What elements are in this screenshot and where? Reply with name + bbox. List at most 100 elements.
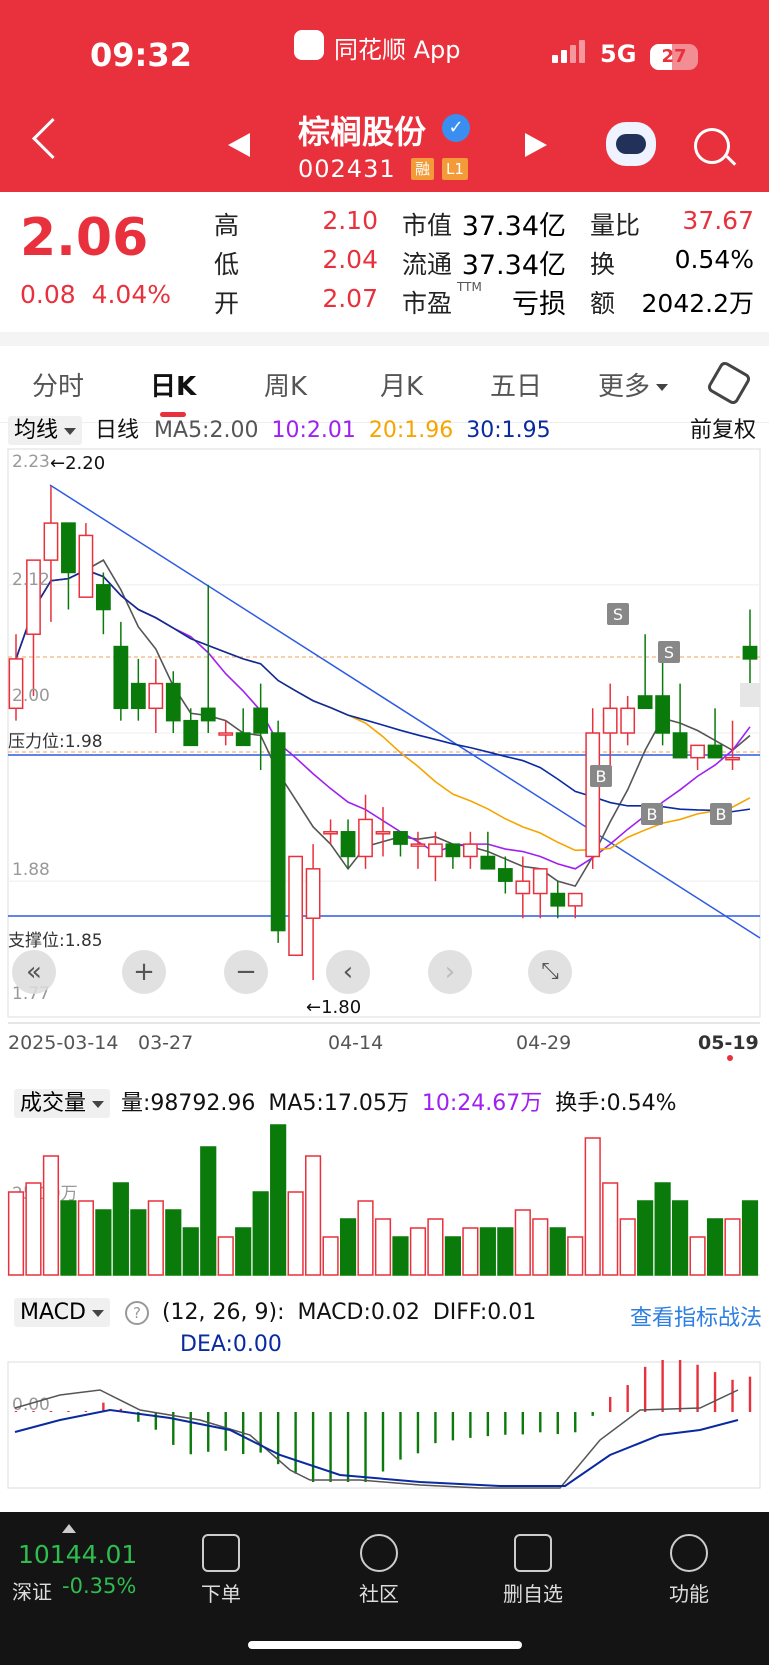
volume-ma10: 10:24.67万: [421, 1091, 543, 1116]
change-pct: 4.04%: [91, 280, 171, 309]
volume-bar: [42, 1155, 60, 1276]
tab-more-label: 更多: [598, 372, 651, 402]
turnover-label: 换: [590, 250, 616, 279]
settings-icon[interactable]: [705, 359, 753, 407]
macd-bar: [154, 1412, 158, 1430]
date-label: 04-14: [328, 1032, 383, 1054]
back-icon[interactable]: [31, 117, 74, 160]
macd-bar: [591, 1412, 594, 1416]
macd-bar: [486, 1412, 490, 1437]
community-label: 社区: [359, 1582, 399, 1606]
period-tabs: 分时 日K 周K 月K 五日 更多: [0, 332, 769, 423]
community-button[interactable]: 社区: [334, 1534, 424, 1607]
macd-chart[interactable]: 0.00: [0, 1360, 769, 1490]
candle-body: [235, 732, 251, 747]
expand-up-icon[interactable]: [62, 1524, 76, 1533]
candle-body: [253, 707, 269, 734]
macd-selector[interactable]: MACD: [14, 1298, 110, 1327]
zoom-in-icon[interactable]: +: [122, 950, 166, 994]
scroll-handle[interactable]: [740, 683, 760, 707]
volratio-value: 37.67: [682, 206, 754, 235]
tab-intraday[interactable]: 分时: [32, 366, 84, 403]
index-value[interactable]: 10144.01: [18, 1540, 137, 1569]
volratio-label: 量比: [590, 211, 641, 240]
next-stock-icon[interactable]: [525, 133, 547, 157]
volume-bar: [322, 1236, 339, 1276]
candle-body: [725, 756, 740, 761]
amount-label: 额: [590, 289, 616, 318]
candle-body: [620, 707, 636, 734]
macd-bar: [381, 1412, 385, 1472]
macd-bar: [504, 1412, 507, 1435]
dif-line: [14, 1389, 739, 1489]
volume-bar: [654, 1182, 671, 1276]
volume-bar: [7, 1191, 25, 1276]
candle: [375, 807, 391, 857]
zoom-out-icon[interactable]: −: [224, 950, 268, 994]
candle: [672, 683, 688, 759]
macd-params: (12, 26, 9):: [161, 1300, 285, 1325]
tab-more[interactable]: 更多: [598, 366, 669, 403]
search-icon[interactable]: [694, 128, 730, 164]
volume-bar: [182, 1227, 199, 1276]
candle-body: [410, 843, 426, 847]
tab-monthly-k[interactable]: 月K: [380, 366, 423, 403]
volume-bar: [549, 1227, 566, 1276]
home-indicator[interactable]: [248, 1641, 522, 1649]
macd-bar: [539, 1412, 542, 1433]
candle: [235, 708, 251, 747]
date-label: 2025-03-14: [8, 1032, 118, 1054]
verified-icon: ✓: [442, 114, 470, 142]
candle-body: [218, 732, 234, 736]
battery-level: 27: [661, 46, 687, 67]
tab-weekly-k[interactable]: 周K: [264, 366, 307, 403]
volume-bar: [497, 1227, 514, 1276]
macd-bar: [574, 1412, 577, 1433]
indicator-strategy-link[interactable]: 查看指标战法: [630, 1300, 762, 1332]
candle: [288, 855, 304, 957]
volume-bar: [462, 1227, 479, 1276]
zoom-left-icon[interactable]: «: [12, 950, 56, 994]
candle: [742, 609, 758, 684]
date-label: 05-19: [698, 1032, 759, 1054]
order-button[interactable]: 下单: [176, 1534, 266, 1607]
menu-icon: [670, 1534, 708, 1572]
assistant-robot-icon[interactable]: [606, 122, 656, 166]
volume-bar: [514, 1209, 531, 1276]
candle: [130, 658, 146, 721]
volume-chart[interactable]: 25.19万: [0, 1115, 769, 1277]
low-label: 低: [214, 250, 240, 279]
date-label: 04-29: [516, 1032, 571, 1054]
tab-five-day[interactable]: 五日: [490, 366, 542, 403]
scroll-right-icon[interactable]: ›: [428, 950, 472, 994]
fullscreen-icon[interactable]: ⤡: [528, 950, 572, 994]
pe-value: 亏损: [512, 289, 566, 320]
candle: [462, 831, 478, 869]
indicator-selector[interactable]: 均线: [8, 416, 83, 445]
volume-bar: [619, 1218, 636, 1276]
adjust-mode[interactable]: 前复权: [690, 412, 756, 444]
margin-tag: 融: [411, 158, 435, 180]
tab-daily-k[interactable]: 日K: [150, 366, 196, 403]
high-value: 2.10: [322, 206, 378, 235]
volume-selector[interactable]: 成交量: [14, 1089, 111, 1118]
volume-bar: [165, 1209, 182, 1276]
volume-bar: [427, 1218, 444, 1276]
status-time: 09:32: [90, 36, 192, 74]
buy-marker: B: [647, 805, 658, 824]
kline-chart[interactable]: S S B B B 2.23 ←2.20 2.12 2.00 压力位:1.98 …: [0, 445, 769, 1085]
remove-watchlist-button[interactable]: 删自选: [488, 1534, 578, 1607]
dea-value: DEA:0.00: [180, 1332, 282, 1357]
functions-button[interactable]: 功能: [644, 1534, 734, 1607]
macd-bar: [311, 1412, 315, 1482]
buy-marker: B: [596, 767, 607, 786]
candle-body: [148, 682, 164, 710]
candle: [532, 868, 548, 919]
candle: [445, 843, 461, 869]
scroll-left-icon[interactable]: ‹: [326, 950, 370, 994]
help-icon[interactable]: ?: [124, 1301, 149, 1325]
candle: [358, 794, 373, 869]
volume-bar: [339, 1218, 357, 1276]
pe-label: 市盈: [402, 289, 453, 318]
prev-stock-icon[interactable]: [228, 133, 250, 157]
